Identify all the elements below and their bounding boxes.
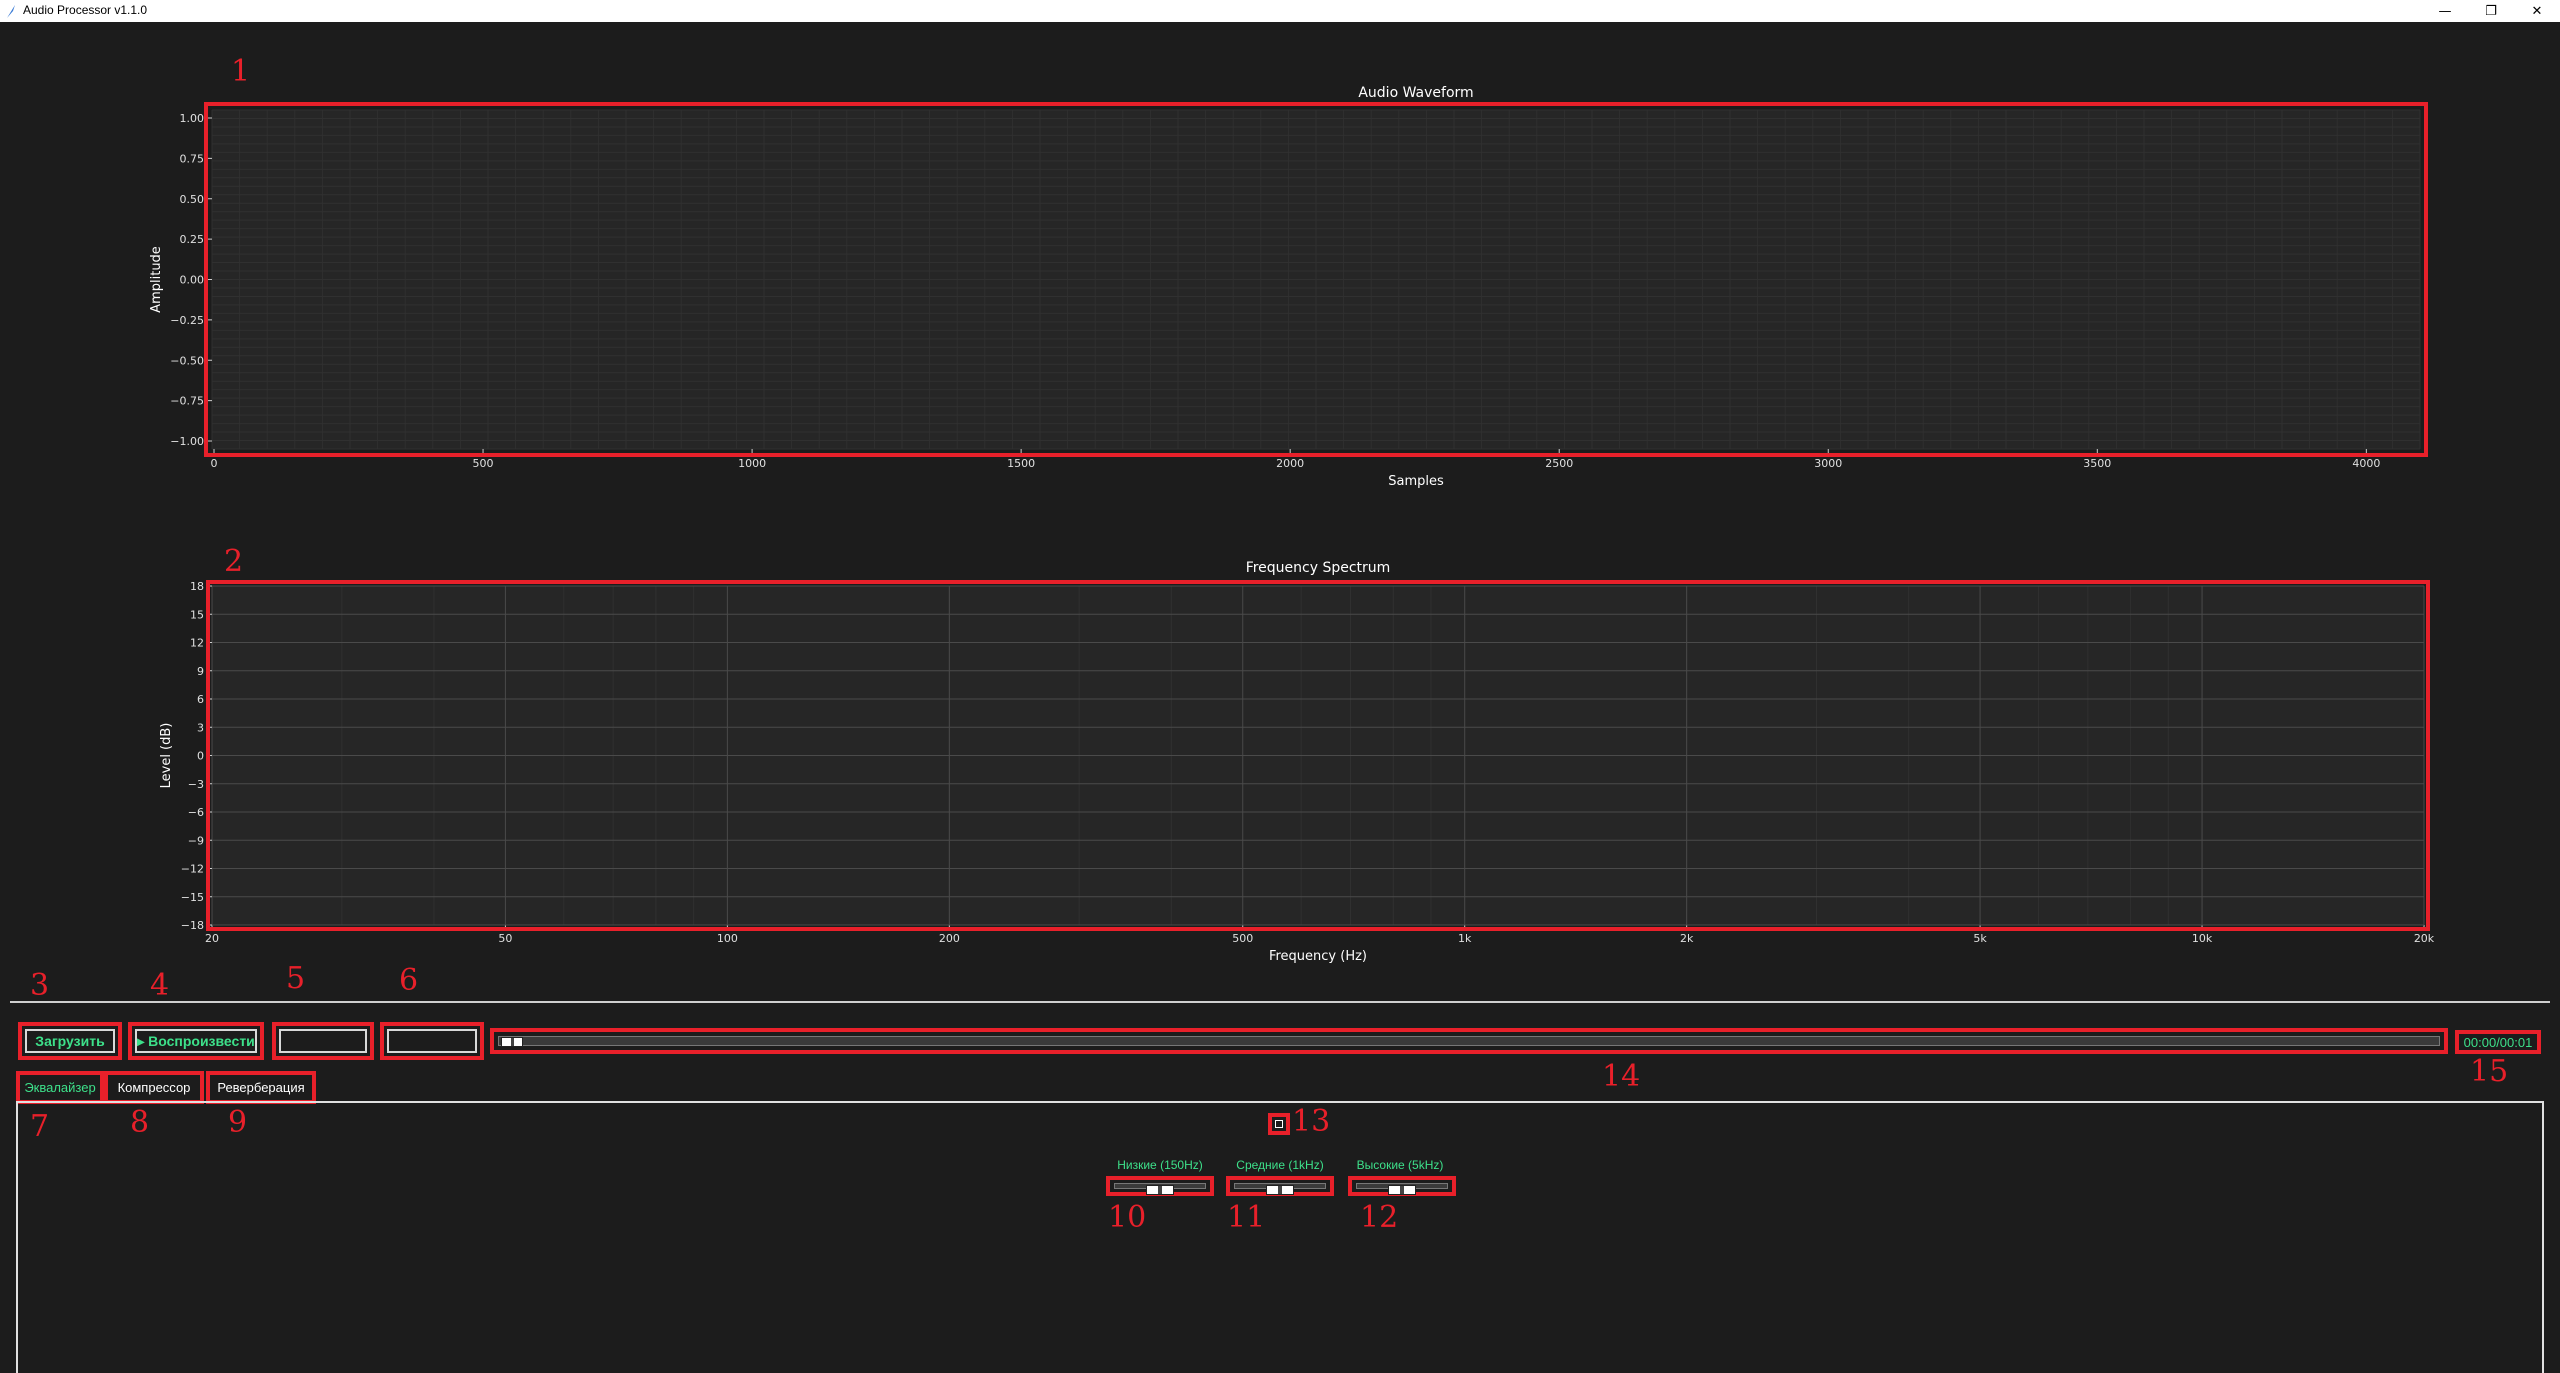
progress-thumb[interactable] [501,1037,523,1047]
eq-slider-knob[interactable] [1388,1185,1416,1195]
play-button[interactable]: ▸ Воспроизвести [128,1022,264,1060]
annotation-label: 2 [224,544,244,579]
x-tick-label: 5k [1973,932,1987,945]
y-tick-label: −3 [188,778,204,791]
tab-reverb[interactable]: Реверберация [206,1071,316,1104]
annotation-label: 14 [1602,1059,1641,1094]
x-tick-label: 1k [1458,932,1472,945]
eq-low-slider[interactable] [1106,1176,1214,1196]
play-button-label: ▸ Воспроизвести [135,1029,257,1053]
progress-track [498,1036,2440,1047]
x-tick-label: 500 [1232,932,1253,945]
checkbox-box [1275,1120,1283,1128]
controls-divider [10,1001,2550,1003]
button-6-label [387,1029,477,1053]
load-button-label: Загрузить [25,1029,115,1053]
annotation-label: 5 [286,961,306,996]
y-tick-label: −9 [188,834,204,847]
effects-panel [16,1101,2544,1373]
app-window: Audio Processor v1.1.0 — ❐ ✕ 0 500 1000 150… [0,0,2560,1373]
y-tick-label: −15 [181,891,204,904]
annotation-label: 15 [2470,1054,2509,1089]
time-display: 00:00/00:01 [2455,1030,2541,1054]
playback-progress-slider[interactable] [490,1028,2448,1054]
eq-mid-slider[interactable] [1226,1176,1334,1196]
x-tick-label: 100 [717,932,738,945]
annotation-label: 4 [150,968,170,1003]
y-tick-label: 9 [197,665,204,678]
load-button[interactable]: Загрузить [18,1022,122,1060]
x-tick-label: 2k [1680,932,1694,945]
y-tick-label: 12 [190,637,204,650]
y-tick-label: 6 [197,693,204,706]
x-tick-label: 20 [205,932,219,945]
annotation-label: 1 [231,54,251,89]
eq-low-label: Низкие (150Hz) [1117,1158,1203,1172]
eq-mid-label: Средние (1kHz) [1236,1158,1324,1172]
button-5-label [279,1029,367,1053]
unlabeled-button-5[interactable] [272,1022,374,1060]
chart-title: Frequency Spectrum [1246,560,1391,576]
annotation-label: 3 [30,968,50,1003]
y-tick-label: 0 [197,750,204,763]
eq-slider-track [1356,1183,1448,1195]
annotation-label: 6 [399,963,419,998]
eq-high-slider[interactable] [1348,1176,1456,1196]
eq-slider-track [1114,1183,1206,1195]
unlabeled-button-6[interactable] [380,1022,484,1060]
y-tick-label: 15 [190,608,204,621]
y-tick-label: 3 [197,721,204,734]
y-axis-label: Level (dB) [159,723,174,789]
equalizer-enable-checkbox[interactable] [1268,1113,1290,1135]
spectrum-chart: 20 50 100 200 500 1k 2k 5k 10k 20k 18 15 12 9 6 3 0 −3 −6 −… [159,560,2435,964]
eq-slider-track [1234,1183,1326,1195]
x-tick-label: 50 [498,932,512,945]
tab-compressor[interactable]: Компрессор [104,1071,204,1104]
y-tick-label: 18 [190,580,204,593]
x-tick-label: 10k [2192,932,2213,945]
eq-high-label: Высокие (5kHz) [1356,1158,1444,1172]
eq-slider-knob[interactable] [1266,1185,1294,1195]
tab-equalizer[interactable]: Эквалайзер [16,1071,104,1104]
x-tick-label: 20k [2414,932,2435,945]
y-tick-label: −18 [181,919,204,932]
x-tick-label: 200 [939,932,960,945]
y-tick-label: −6 [188,806,204,819]
eq-slider-knob[interactable] [1146,1185,1174,1195]
y-tick-label: −12 [181,863,204,876]
x-axis-label: Frequency (Hz) [1269,949,1367,964]
